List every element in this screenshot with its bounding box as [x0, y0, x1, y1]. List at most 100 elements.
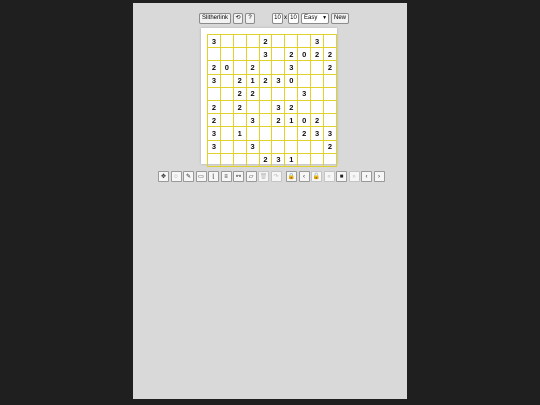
move-tool-icon[interactable]: ✥	[158, 171, 169, 182]
reset-icon[interactable]: ⟲	[233, 12, 244, 24]
grid-cell[interactable]	[310, 73, 325, 88]
grid-cell[interactable]	[245, 47, 260, 62]
grid-cell[interactable]	[258, 126, 273, 141]
grid-cell[interactable]	[297, 33, 312, 49]
grid-cell[interactable]: 0	[297, 113, 312, 128]
delete-icon[interactable]: 🗑	[258, 171, 269, 182]
grid-cell[interactable]	[323, 152, 337, 167]
grid-cell[interactable]	[258, 60, 273, 75]
first-icon[interactable]: «	[323, 171, 335, 182]
grid-cell[interactable]	[284, 126, 299, 141]
grid-cell[interactable]: 0	[284, 73, 299, 88]
grid-cell[interactable]	[219, 152, 234, 167]
link-tool-icon[interactable]: ⚯	[233, 171, 244, 182]
lock-icon[interactable]: 🔒	[286, 171, 297, 182]
grid-cell[interactable]	[232, 47, 247, 62]
next-icon[interactable]: ›	[373, 171, 385, 182]
grid-cell[interactable]	[271, 47, 286, 62]
grid-cell[interactable]	[284, 86, 299, 101]
grid-cell[interactable]	[245, 152, 260, 167]
grid-cell[interactable]	[297, 60, 312, 75]
grid-cell[interactable]	[207, 152, 221, 167]
grid-cell[interactable]	[219, 86, 234, 101]
unlock-icon[interactable]: 🔓	[311, 171, 322, 182]
back-icon[interactable]: ‹	[298, 171, 310, 182]
grid-cell[interactable]: 2	[232, 86, 247, 101]
grid-cell[interactable]	[323, 73, 337, 88]
grid-cell[interactable]: 3	[207, 33, 221, 49]
grid-cell[interactable]	[297, 139, 312, 154]
help-button[interactable]: ?	[245, 12, 256, 24]
grid-cell[interactable]: 3	[310, 33, 325, 49]
redo-icon[interactable]: ↷	[270, 171, 282, 182]
grid-cell[interactable]	[219, 126, 234, 141]
grid-cell[interactable]: 2	[323, 60, 337, 75]
grid-cell[interactable]	[232, 33, 247, 49]
grid-cell[interactable]: 2	[258, 33, 273, 49]
puzzle-type-button[interactable]: Slitherlink	[199, 12, 232, 24]
grid-cell[interactable]	[310, 152, 325, 167]
grid-cell[interactable]: 2	[207, 113, 221, 128]
grid-cell[interactable]	[245, 126, 260, 141]
lasso-tool-icon[interactable]: ◌	[170, 171, 182, 182]
grid-cell[interactable]	[310, 99, 325, 115]
puzzle-grid[interactable]: 3233202220232321230223223223210231233332…	[207, 33, 337, 167]
grid-cell[interactable]: 2	[258, 152, 273, 167]
grid-cell[interactable]: 2	[232, 99, 247, 115]
grid-cell[interactable]: 3	[271, 99, 286, 115]
grid-cell[interactable]: 3	[207, 139, 221, 154]
open-folder-icon[interactable]: ▱	[245, 171, 257, 182]
grid-cell[interactable]: 1	[284, 152, 299, 167]
grid-cell[interactable]	[219, 113, 234, 128]
align-tool-icon[interactable]: ≡	[220, 171, 232, 182]
grid-cell[interactable]	[271, 86, 286, 101]
grid-cell[interactable]: 2	[310, 47, 325, 62]
grid-cell[interactable]	[323, 113, 337, 128]
grid-cell[interactable]	[219, 47, 234, 62]
last-icon[interactable]: »	[348, 171, 360, 182]
grid-cell[interactable]: 2	[232, 73, 247, 88]
grid-cell[interactable]: 3	[284, 60, 299, 75]
grid-cell[interactable]	[258, 113, 273, 128]
grid-cell[interactable]: 2	[284, 99, 299, 115]
grid-cell[interactable]: 1	[232, 126, 247, 141]
notes-tool-icon[interactable]: ▭	[195, 171, 207, 182]
grid-cell[interactable]	[219, 73, 234, 88]
grid-cell[interactable]	[258, 139, 273, 154]
grid-cell[interactable]	[207, 86, 221, 101]
grid-cell[interactable]	[297, 152, 312, 167]
grid-cell[interactable]: 1	[245, 73, 260, 88]
grid-cell[interactable]: 2	[258, 73, 273, 88]
grid-cell[interactable]: 2	[271, 113, 286, 128]
grid-cell[interactable]: 2	[245, 86, 260, 101]
new-button[interactable]: New	[331, 12, 350, 24]
grid-cell[interactable]: 3	[323, 126, 337, 141]
grid-cell[interactable]	[232, 152, 247, 167]
width-input[interactable]: 10	[272, 12, 284, 24]
grid-cell[interactable]: 3	[258, 47, 273, 62]
grid-cell[interactable]	[245, 99, 260, 115]
grid-cell[interactable]: 2	[323, 139, 337, 154]
grid-cell[interactable]: 3	[245, 139, 260, 154]
grid-cell[interactable]	[245, 33, 260, 49]
draw-line-tool-icon[interactable]: ✎	[183, 171, 194, 182]
grid-cell[interactable]	[284, 139, 299, 154]
grid-cell[interactable]: 3	[245, 113, 260, 128]
grid-cell[interactable]: 2	[297, 126, 312, 141]
grid-cell[interactable]	[232, 139, 247, 154]
grid-cell[interactable]: 2	[323, 47, 337, 62]
grid-cell[interactable]	[310, 139, 325, 154]
difficulty-select[interactable]: Easy ▼	[301, 12, 330, 24]
grid-cell[interactable]: 2	[310, 113, 325, 128]
grid-cell[interactable]	[297, 73, 312, 88]
grid-cell[interactable]: 0	[219, 60, 234, 75]
grid-cell[interactable]	[284, 33, 299, 49]
grid-cell[interactable]	[219, 139, 234, 154]
grid-cell[interactable]: 2	[245, 60, 260, 75]
grid-cell[interactable]: 3	[271, 73, 286, 88]
grid-cell[interactable]: 3	[310, 126, 325, 141]
stop-icon[interactable]: ■	[336, 171, 347, 182]
grid-cell[interactable]	[232, 113, 247, 128]
grid-cell[interactable]	[271, 33, 286, 49]
grid-cell[interactable]	[207, 47, 221, 62]
